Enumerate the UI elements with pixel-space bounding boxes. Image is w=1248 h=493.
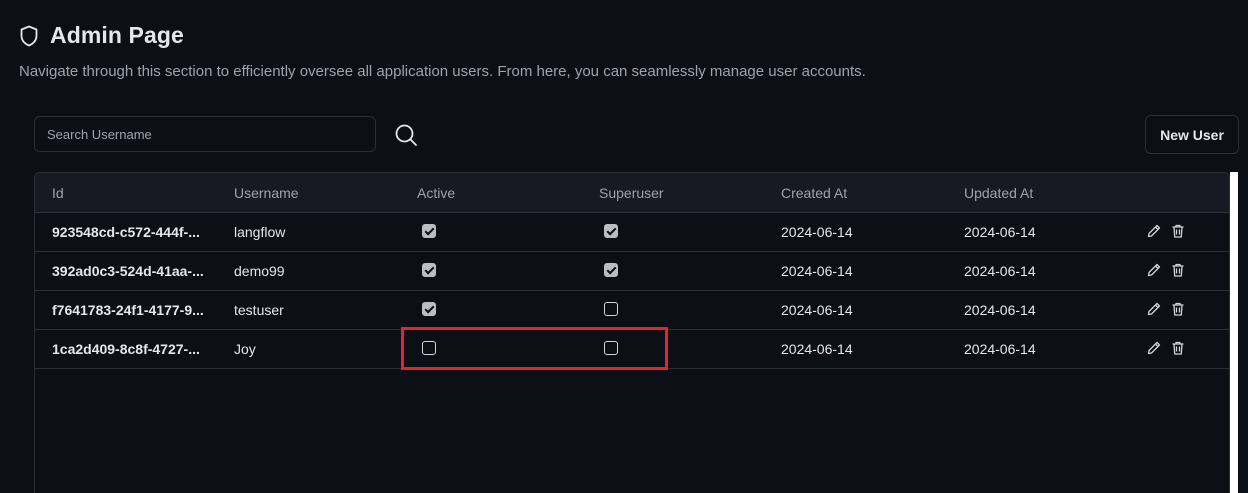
table-header: Id Username Active Superuser Created At …	[35, 173, 1229, 213]
pencil-icon[interactable]	[1146, 301, 1162, 317]
user-id-cell: f7641783-24f1-4177-9...	[52, 302, 204, 318]
page-header: Admin Page	[19, 22, 184, 49]
username-cell: langflow	[234, 224, 286, 240]
column-header-username[interactable]: Username	[234, 173, 299, 213]
table-row: 392ad0c3-524d-41aa-... demo99 2024-06-14…	[35, 252, 1229, 291]
username-cell: Joy	[234, 341, 256, 357]
created-at-cell: 2024-06-14	[781, 302, 853, 318]
updated-at-cell: 2024-06-14	[964, 302, 1036, 318]
superuser-checkbox[interactable]	[604, 302, 618, 316]
search-icon[interactable]	[393, 122, 419, 148]
user-id-cell: 392ad0c3-524d-41aa-...	[52, 263, 204, 279]
created-at-cell: 2024-06-14	[781, 263, 853, 279]
column-header-superuser[interactable]: Superuser	[599, 173, 664, 213]
updated-at-cell: 2024-06-14	[964, 341, 1036, 357]
superuser-checkbox[interactable]	[604, 224, 618, 238]
search-input[interactable]	[35, 117, 375, 151]
table-row: f7641783-24f1-4177-9... testuser 2024-06…	[35, 291, 1229, 330]
table-row: 923548cd-c572-444f-... langflow 2024-06-…	[35, 213, 1229, 252]
column-header-updated-at[interactable]: Updated At	[964, 173, 1033, 213]
admin-page: Admin Page Navigate through this section…	[0, 0, 1248, 493]
table-scrollbar[interactable]	[1230, 172, 1238, 493]
user-id-cell: 923548cd-c572-444f-...	[52, 224, 200, 240]
user-id-cell: 1ca2d409-8c8f-4727-...	[52, 341, 200, 357]
search-field[interactable]	[34, 116, 376, 152]
column-header-created-at[interactable]: Created At	[781, 173, 847, 213]
annotation-highlight-box	[401, 327, 668, 370]
active-checkbox[interactable]	[422, 263, 436, 277]
column-header-active[interactable]: Active	[417, 173, 455, 213]
active-checkbox[interactable]	[422, 302, 436, 316]
trash-icon[interactable]	[1170, 301, 1186, 317]
trash-icon[interactable]	[1170, 340, 1186, 356]
column-header-id[interactable]: Id	[52, 173, 64, 213]
pencil-icon[interactable]	[1146, 223, 1162, 239]
updated-at-cell: 2024-06-14	[964, 263, 1036, 279]
page-title: Admin Page	[50, 22, 184, 48]
pencil-icon[interactable]	[1146, 340, 1162, 356]
page-description: Navigate through this section to efficie…	[19, 63, 866, 80]
username-cell: testuser	[234, 302, 284, 318]
username-cell: demo99	[234, 263, 285, 279]
updated-at-cell: 2024-06-14	[964, 224, 1036, 240]
superuser-checkbox[interactable]	[604, 263, 618, 277]
trash-icon[interactable]	[1170, 223, 1186, 239]
created-at-cell: 2024-06-14	[781, 341, 853, 357]
active-checkbox[interactable]	[422, 224, 436, 238]
created-at-cell: 2024-06-14	[781, 224, 853, 240]
trash-icon[interactable]	[1170, 262, 1186, 278]
shield-icon	[19, 24, 41, 48]
new-user-button[interactable]: New User	[1145, 115, 1239, 154]
pencil-icon[interactable]	[1146, 262, 1162, 278]
